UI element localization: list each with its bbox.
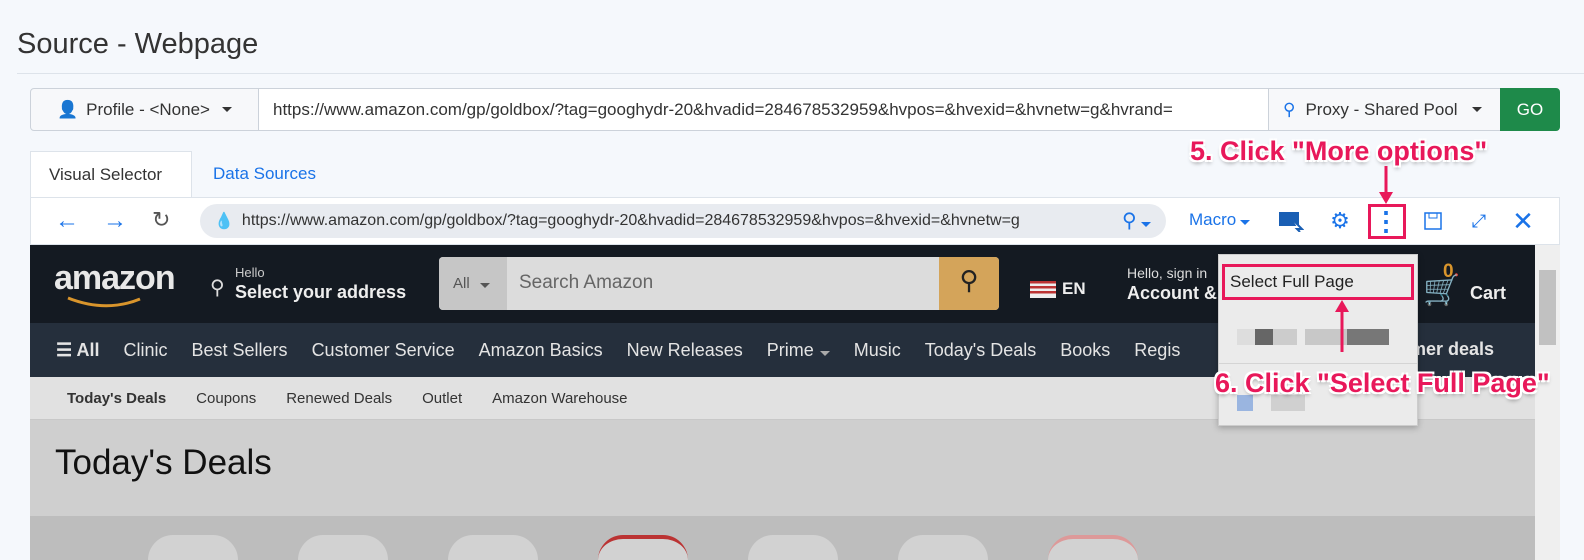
tab-data-sources[interactable]: Data Sources bbox=[195, 151, 334, 197]
search-bar: All Search Amazon ⚲ bbox=[439, 257, 999, 310]
nav-all[interactable]: ☰ All bbox=[56, 340, 100, 361]
subnav-item[interactable]: Amazon Warehouse bbox=[492, 390, 627, 407]
nav-item[interactable]: Best Sellers bbox=[192, 340, 288, 361]
proxy-label: Proxy - Shared Pool bbox=[1305, 99, 1458, 119]
subnav-item[interactable]: Outlet bbox=[422, 390, 462, 407]
reload-icon[interactable]: ↻ bbox=[152, 207, 170, 233]
nav-item[interactable]: Today's Deals bbox=[925, 340, 1037, 361]
nav-item[interactable]: Customer Service bbox=[312, 340, 455, 361]
caret-down-icon bbox=[221, 107, 232, 112]
location-pin-icon: ⚲ bbox=[210, 277, 225, 299]
url-input[interactable]: https://www.amazon.com/gp/goldbox/?tag=g… bbox=[258, 88, 1269, 131]
language-selector[interactable]: EN bbox=[1062, 279, 1086, 299]
select-element-icon[interactable] bbox=[1277, 207, 1305, 235]
subnav-item[interactable]: Coupons bbox=[196, 390, 256, 407]
nav-item[interactable]: Music bbox=[854, 340, 901, 361]
cart-label[interactable]: Cart bbox=[1470, 283, 1506, 304]
save-icon[interactable] bbox=[1419, 207, 1447, 235]
close-icon[interactable]: ✕ bbox=[1509, 206, 1537, 236]
subnav-item[interactable]: Today's Deals bbox=[67, 390, 166, 407]
nav-item[interactable]: Regis bbox=[1134, 340, 1180, 361]
cart-count: 0 bbox=[1443, 261, 1454, 282]
expand-icon[interactable]: ⤢ bbox=[1465, 207, 1493, 235]
hello-text: Hello bbox=[235, 265, 265, 280]
highlight-box bbox=[1368, 204, 1406, 239]
go-button[interactable]: GO bbox=[1500, 88, 1560, 131]
nav-item[interactable]: Amazon Basics bbox=[479, 340, 603, 361]
annotation-arrow-up-icon bbox=[1335, 300, 1349, 352]
drop-icon: 💧 bbox=[214, 213, 234, 230]
profile-label: Profile - <None> bbox=[86, 99, 210, 119]
subnav-item[interactable]: Renewed Deals bbox=[286, 390, 392, 407]
category-circle[interactable] bbox=[1048, 535, 1138, 560]
us-flag-icon bbox=[1030, 281, 1056, 298]
divider bbox=[17, 73, 1584, 74]
location-pin-icon[interactable]: ⚲ bbox=[1122, 208, 1151, 233]
nav-item[interactable]: Clinic bbox=[124, 340, 168, 361]
annotation-arrow-down-icon bbox=[1379, 166, 1393, 204]
select-address-link[interactable]: Select your address bbox=[235, 282, 406, 303]
gear-icon[interactable]: ⚙ bbox=[1326, 207, 1354, 235]
nav-item[interactable]: Books bbox=[1060, 340, 1110, 361]
tab-visual-selector[interactable]: Visual Selector bbox=[30, 151, 192, 197]
search-icon[interactable]: ⚲ bbox=[939, 257, 999, 310]
menu-divider bbox=[1219, 363, 1417, 364]
location-pin-icon: ⚲ bbox=[1283, 99, 1296, 119]
amazon-logo[interactable]: amazon bbox=[54, 259, 176, 298]
forward-icon[interactable]: → bbox=[103, 207, 127, 235]
user-icon: 👤 bbox=[57, 99, 79, 119]
cart-icon[interactable]: 🛒 bbox=[1423, 273, 1460, 308]
address-text: https://www.amazon.com/gp/goldbox/?tag=g… bbox=[241, 212, 1020, 229]
deals-heading: Today's Deals bbox=[55, 443, 272, 482]
nav-item[interactable]: New Releases bbox=[627, 340, 743, 361]
select-full-page-menu-item[interactable]: Select Full Page bbox=[1222, 264, 1414, 300]
proxy-dropdown[interactable]: ⚲ Proxy - Shared Pool bbox=[1268, 88, 1501, 131]
macro-label: Macro bbox=[1189, 210, 1237, 229]
annotation-step6: 6. Click "Select Full Page" bbox=[1215, 368, 1550, 398]
logo-smile-icon bbox=[67, 296, 141, 308]
annotation-step5: 5. Click "More options" bbox=[1190, 136, 1488, 166]
account-hello: Hello, sign in bbox=[1127, 265, 1208, 281]
nav-item[interactable]: mer deals bbox=[1410, 339, 1494, 360]
macro-dropdown[interactable]: Macro bbox=[1189, 210, 1251, 230]
account-link[interactable]: Account & bbox=[1127, 283, 1217, 304]
search-input[interactable]: Search Amazon bbox=[519, 272, 653, 294]
nav-item[interactable]: Prime bbox=[767, 340, 830, 361]
category-circle[interactable] bbox=[898, 535, 988, 560]
category-circle[interactable] bbox=[448, 535, 538, 560]
category-circle[interactable] bbox=[148, 535, 238, 560]
category-circle[interactable] bbox=[298, 535, 388, 560]
profile-dropdown[interactable]: 👤 Profile - <None> bbox=[30, 88, 259, 131]
caret-down-icon bbox=[1471, 107, 1482, 112]
address-bar[interactable]: 💧 https://www.amazon.com/gp/goldbox/?tag… bbox=[200, 204, 1166, 238]
search-category[interactable]: All bbox=[439, 257, 507, 310]
page-title: Source - Webpage bbox=[17, 28, 259, 60]
blurred-menu-item[interactable] bbox=[1237, 329, 1297, 345]
category-circle[interactable] bbox=[598, 535, 688, 560]
category-circle[interactable] bbox=[748, 535, 838, 560]
back-icon[interactable]: ← bbox=[55, 207, 79, 235]
scrollbar-thumb[interactable] bbox=[1539, 270, 1556, 345]
